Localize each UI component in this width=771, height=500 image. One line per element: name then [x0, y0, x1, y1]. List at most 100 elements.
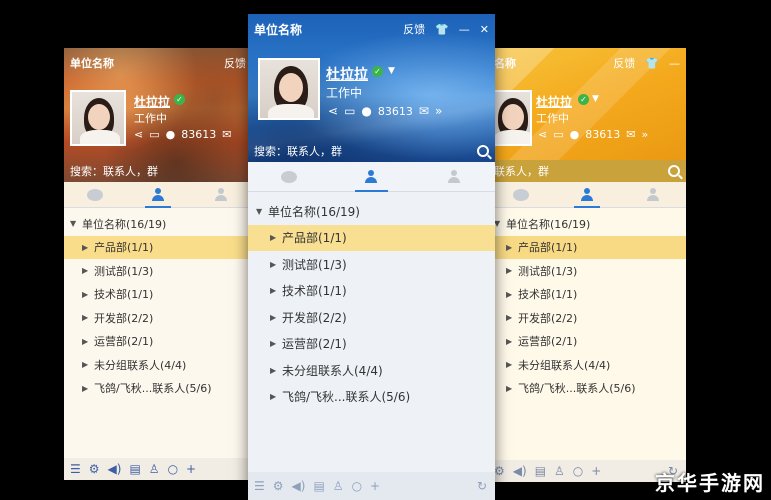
user-name[interactable]: 杜拉拉 — [134, 93, 170, 110]
tree-item[interactable]: ▶ 开发部(2/2) — [248, 304, 495, 331]
tree-item[interactable]: ▶ 技术部(1/1) — [64, 283, 252, 307]
search-bar[interactable]: 联系人，群 — [488, 160, 686, 182]
chat-icon[interactable]: ▭ — [344, 104, 355, 118]
collapse-arrow-icon: ▶ — [506, 313, 513, 323]
tree-item[interactable]: ▶ 未分组联系人(4/4) — [64, 353, 252, 377]
add-icon[interactable]: + — [370, 479, 380, 493]
tree-root[interactable]: ▼ 单位名称(16/19) — [488, 212, 686, 236]
avatar[interactable] — [492, 90, 532, 146]
folder-icon[interactable]: ▤ — [313, 479, 324, 493]
title-bar: 名称 反馈 👕 — — [494, 54, 680, 72]
search-bar[interactable]: 搜索：联系人，群 — [64, 160, 252, 182]
tab-groups[interactable] — [189, 182, 252, 207]
tree-item[interactable]: ▶ 飞鸽/飞秋...联系人(5/6) — [64, 377, 252, 401]
search-input[interactable]: 联系人，群 — [494, 163, 668, 179]
tree-item[interactable]: ▶ 产品部(1/1) — [248, 224, 495, 251]
user-name[interactable]: 杜拉拉 — [326, 64, 368, 84]
avatar[interactable] — [70, 90, 126, 146]
tab-contacts[interactable] — [127, 182, 190, 208]
more-icon[interactable]: » — [435, 104, 442, 118]
search-icon[interactable] — [668, 165, 680, 177]
search-icon[interactable]: ○ — [352, 479, 362, 493]
minimize-icon[interactable]: — — [669, 57, 680, 70]
tree-root[interactable]: ▼ 单位名称(16/19) — [248, 198, 495, 225]
more-icon[interactable]: » — [641, 128, 648, 141]
tree-item[interactable]: ▶ 未分组联系人(4/4) — [488, 353, 686, 377]
menu-icon[interactable]: ☰ — [254, 479, 265, 493]
contacts-icon[interactable]: ♙ — [333, 479, 344, 493]
chat-icon[interactable]: ▭ — [149, 128, 159, 141]
add-icon[interactable]: + — [186, 462, 196, 476]
status-dropdown-icon[interactable]: ▼ — [388, 66, 395, 76]
tree-item[interactable]: ▶ 开发部(2/2) — [488, 306, 686, 330]
collapse-arrow-icon: ▶ — [270, 312, 277, 322]
tree-item[interactable]: ▶ 技术部(1/1) — [248, 278, 495, 305]
folder-icon[interactable]: ▤ — [129, 462, 140, 476]
share-icon[interactable]: ⋖ — [328, 104, 338, 118]
tab-groups[interactable] — [620, 182, 686, 207]
share-icon[interactable]: ⋖ — [134, 128, 143, 141]
contacts-icon[interactable]: ♙ — [149, 462, 160, 476]
mail-icon[interactable]: ✉ — [626, 128, 635, 141]
search-icon[interactable]: ○ — [573, 464, 583, 478]
tree-item[interactable]: ▶ 开发部(2/2) — [64, 306, 252, 330]
user-status: 工作中 — [134, 112, 167, 125]
window-title: 单位名称 — [254, 22, 303, 37]
search-icon[interactable]: ○ — [168, 462, 178, 476]
collapse-arrow-icon: ▶ — [82, 336, 89, 346]
tree-item[interactable]: ▶ 测试部(1/3) — [64, 259, 252, 283]
tree-item[interactable]: ▶ 飞鸽/飞秋...联系人(5/6) — [248, 384, 495, 411]
tree-item[interactable]: ▶ 产品部(1/1) — [488, 235, 686, 259]
avatar[interactable] — [258, 58, 320, 120]
tree-item[interactable]: ▶ 运营部(2/1) — [248, 331, 495, 358]
close-icon[interactable]: ✕ — [480, 23, 489, 36]
feedback-link[interactable]: 反馈 — [403, 21, 425, 37]
tab-recent-chats[interactable] — [248, 162, 330, 191]
tree-item[interactable]: ▶ 运营部(2/1) — [64, 330, 252, 354]
group-icon[interactable]: ● — [361, 104, 371, 118]
feedback-link[interactable]: 反馈 — [613, 55, 635, 71]
tab-contacts[interactable] — [554, 182, 620, 208]
tree-item[interactable]: ▶ 飞鸽/飞秋...联系人(5/6) — [488, 377, 686, 401]
tree-item[interactable]: ▶ 未分组联系人(4/4) — [248, 357, 495, 384]
sound-icon[interactable]: ◀) — [292, 479, 306, 493]
user-name[interactable]: 杜拉拉 — [536, 93, 572, 110]
gear-icon[interactable]: ⚙ — [494, 464, 505, 478]
gear-icon[interactable]: ⚙ — [89, 462, 100, 476]
tab-groups[interactable] — [413, 162, 495, 191]
share-icon[interactable]: ⋖ — [538, 128, 547, 141]
tree-item[interactable]: ▶ 测试部(1/3) — [488, 259, 686, 283]
skin-icon[interactable]: 👕 — [435, 23, 449, 36]
refresh-icon[interactable]: ↻ — [477, 479, 487, 493]
tree-item[interactable]: ▶ 测试部(1/3) — [248, 251, 495, 278]
tree-item[interactable]: ▶ 技术部(1/1) — [488, 283, 686, 307]
status-dropdown-icon[interactable]: ▼ — [592, 94, 599, 104]
search-input[interactable]: 搜索：联系人，群 — [70, 163, 246, 179]
skin-icon[interactable]: 👕 — [645, 57, 659, 70]
search-icon[interactable] — [477, 145, 489, 157]
group-icon[interactable]: ● — [570, 128, 580, 141]
profile-actions: ⋖ ▭ ● 83613 ✉ — [134, 128, 231, 141]
group-icon[interactable]: ● — [166, 128, 176, 141]
chat-icon[interactable]: ▭ — [553, 128, 563, 141]
tab-recent-chats[interactable] — [64, 182, 127, 207]
sound-icon[interactable]: ◀) — [513, 464, 527, 478]
mail-icon[interactable]: ✉ — [419, 104, 429, 118]
minimize-icon[interactable]: — — [459, 23, 470, 36]
tab-contacts[interactable] — [330, 162, 412, 192]
tree-item[interactable]: ▶ 产品部(1/1) — [64, 235, 252, 259]
menu-icon[interactable]: ☰ — [70, 462, 81, 476]
gear-icon[interactable]: ⚙ — [273, 479, 284, 493]
add-icon[interactable]: + — [591, 464, 601, 478]
online-status-icon: ✓ — [372, 66, 383, 77]
tree-item[interactable]: ▶ 运营部(2/1) — [488, 330, 686, 354]
search-input[interactable]: 搜索：联系人，群 — [254, 143, 477, 159]
tree-root[interactable]: ▼ 单位名称(16/19) — [64, 212, 252, 236]
folder-icon[interactable]: ▤ — [535, 464, 546, 478]
search-bar[interactable]: 搜索：联系人，群 — [248, 140, 495, 162]
contacts-icon[interactable]: ♙ — [554, 464, 565, 478]
sound-icon[interactable]: ◀) — [108, 462, 122, 476]
feedback-link[interactable]: 反馈 — [224, 55, 246, 71]
mail-icon[interactable]: ✉ — [222, 128, 231, 141]
tab-recent-chats[interactable] — [488, 182, 554, 207]
